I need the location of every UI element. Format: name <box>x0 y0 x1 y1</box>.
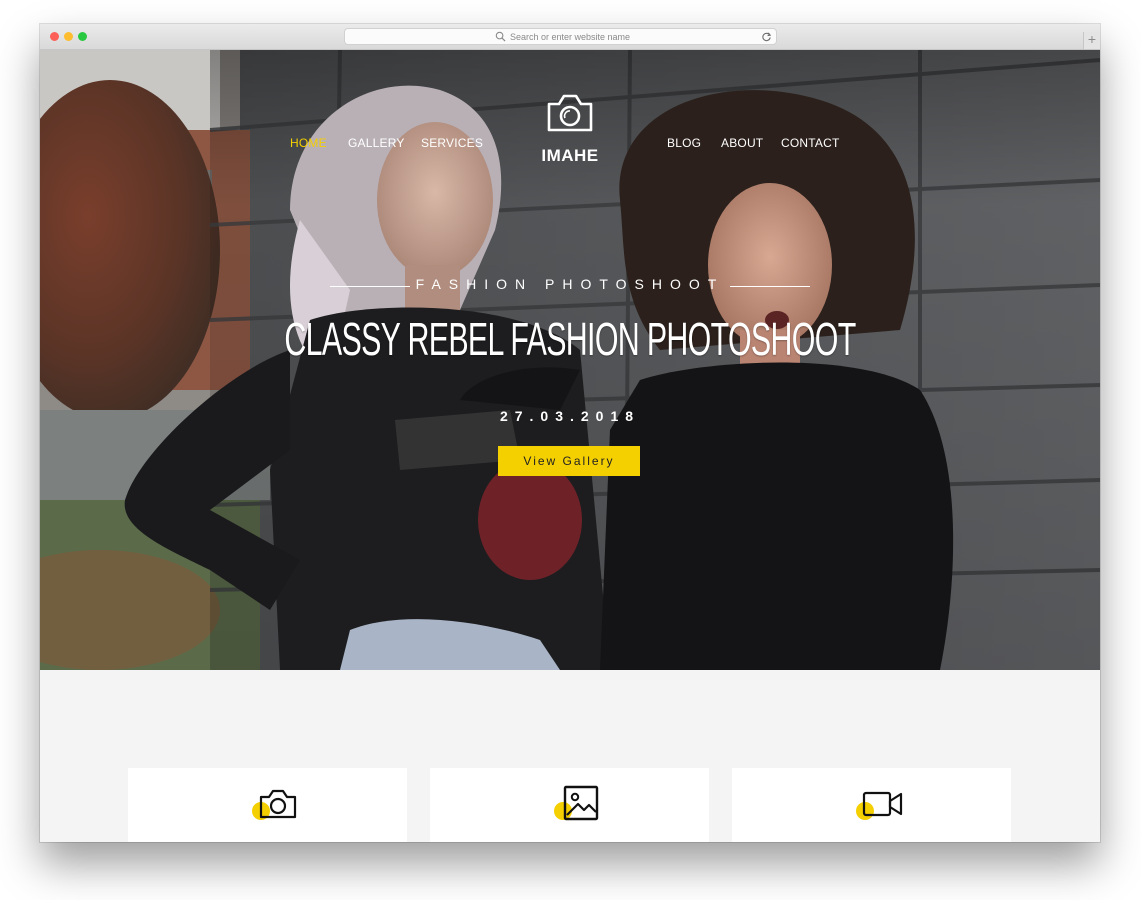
nav-blog[interactable]: BLOG <box>667 136 701 150</box>
brand-name[interactable]: IMAHE <box>510 146 630 166</box>
address-placeholder: Search or enter website name <box>510 32 631 42</box>
new-tab-button[interactable]: + <box>1083 32 1100 49</box>
feature-card-video[interactable] <box>732 768 1011 842</box>
feature-card-photo[interactable] <box>128 768 407 842</box>
feature-icon-wrap <box>542 782 599 824</box>
feature-icon-wrap <box>844 782 903 824</box>
hero-section: HOME GALLERY SERVICES IMAHE BLOG ABOUT C… <box>40 50 1100 670</box>
hero-date: 27.03.2018 <box>499 408 641 424</box>
view-gallery-button[interactable]: View Gallery <box>498 446 640 476</box>
image-icon <box>563 785 599 821</box>
nav-services[interactable]: SERVICES <box>421 136 483 150</box>
address-bar[interactable]: Search or enter website name <box>344 28 777 45</box>
camera-icon[interactable] <box>545 92 595 134</box>
zoom-window-button[interactable] <box>78 32 87 41</box>
minimize-window-button[interactable] <box>64 32 73 41</box>
video-camera-icon <box>862 791 903 817</box>
feature-card-image[interactable] <box>430 768 709 842</box>
close-window-button[interactable] <box>50 32 59 41</box>
feature-icon-wrap <box>240 782 297 824</box>
search-icon <box>495 31 506 42</box>
eyebrow-right-rule <box>730 286 810 287</box>
nav-gallery[interactable]: GALLERY <box>348 136 405 150</box>
hero-title: CLASSY REBEL FASHION PHOTOSHOOT <box>284 313 856 365</box>
browser-titlebar: Search or enter website name + <box>40 24 1100 50</box>
nav-contact[interactable]: CONTACT <box>781 136 840 150</box>
hero-eyebrow-text: FASHION PHOTOSHOOT <box>415 276 725 292</box>
nav-about[interactable]: ABOUT <box>721 136 763 150</box>
camera-icon <box>259 789 297 819</box>
hero-eyebrow: FASHION PHOTOSHOOT <box>330 276 810 296</box>
browser-window: Search or enter website name + HOME GALL… <box>40 24 1100 842</box>
nav-home[interactable]: HOME <box>290 136 327 150</box>
reload-icon[interactable] <box>761 31 772 42</box>
features-section <box>40 670 1100 842</box>
